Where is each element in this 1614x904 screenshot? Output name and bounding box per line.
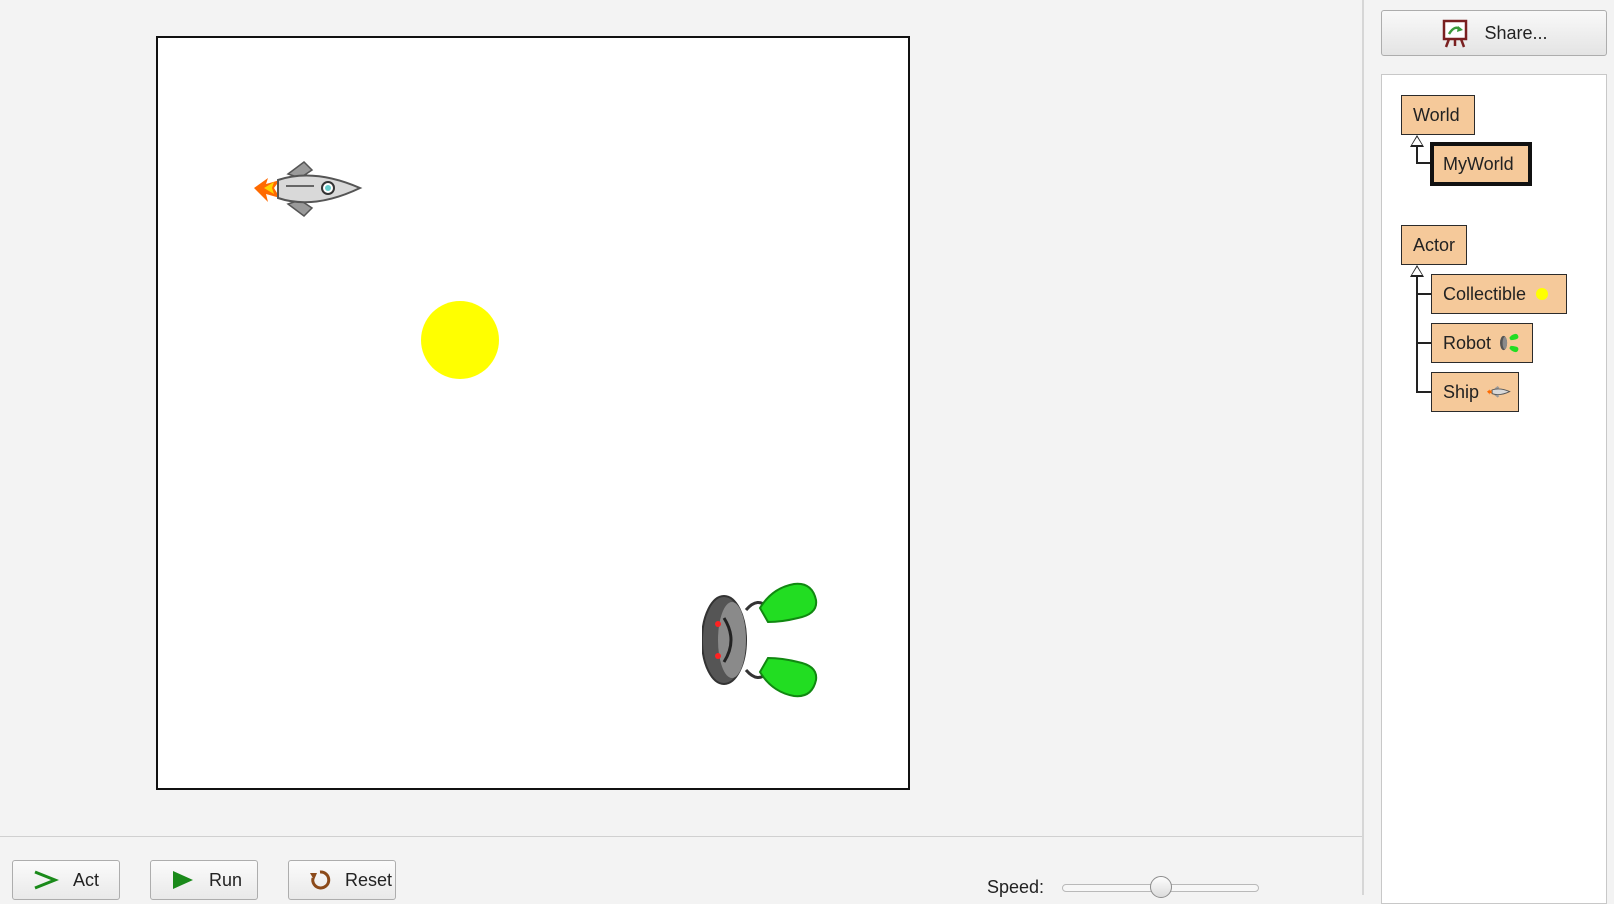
- play-icon: [173, 871, 193, 889]
- class-collectible-label: Collectible: [1443, 283, 1527, 304]
- class-collectible[interactable]: Collectible: [1431, 274, 1567, 314]
- class-myworld[interactable]: MyWorld: [1430, 142, 1532, 186]
- inheritance-arrow: [1410, 265, 1424, 277]
- class-ship[interactable]: Ship: [1431, 372, 1519, 412]
- rocket-icon: [254, 161, 363, 217]
- class-myworld-label: MyWorld: [1443, 153, 1514, 174]
- ship-actor[interactable]: [254, 160, 366, 220]
- act-button-label: Act: [73, 869, 100, 890]
- right-panel: Share... World MyWorld Actor Collectible…: [1364, 0, 1614, 904]
- class-robot[interactable]: Robot: [1431, 323, 1533, 363]
- run-button[interactable]: Run: [150, 860, 258, 900]
- class-robot-label: Robot: [1443, 332, 1492, 353]
- controls-bar: Act Run Reset Speed:: [0, 837, 1362, 900]
- class-diagram-panel: World MyWorld Actor Collectible Robot Sh…: [1381, 74, 1607, 904]
- collectible-actor[interactable]: [420, 300, 500, 380]
- world-area: [0, 0, 1362, 895]
- rocket-icon: [1487, 386, 1511, 398]
- inheritance-arrow: [1410, 135, 1424, 147]
- reset-icon: [310, 870, 331, 890]
- inheritance-line: [1416, 147, 1418, 163]
- class-world-label: World: [1413, 104, 1460, 125]
- inheritance-line: [1416, 293, 1431, 295]
- class-world[interactable]: World: [1401, 95, 1475, 135]
- easel-icon: [1443, 19, 1468, 48]
- class-actor[interactable]: Actor: [1401, 225, 1467, 265]
- inheritance-line: [1416, 342, 1431, 344]
- inheritance-line: [1416, 162, 1430, 164]
- class-actor-label: Actor: [1413, 234, 1456, 255]
- run-button-label: Run: [209, 869, 243, 890]
- inheritance-line: [1416, 391, 1431, 393]
- share-button[interactable]: Share...: [1381, 10, 1607, 56]
- yellow-dot-icon: [421, 301, 499, 379]
- robot-actor[interactable]: [701, 578, 826, 702]
- class-ship-label: Ship: [1443, 381, 1480, 402]
- reset-button[interactable]: Reset: [288, 860, 396, 900]
- world-canvas[interactable]: [156, 36, 910, 790]
- act-button[interactable]: Act: [12, 860, 120, 900]
- act-step-icon: [34, 870, 59, 890]
- robot-icon: [1500, 333, 1519, 353]
- yellow-dot-icon: [1536, 288, 1549, 300]
- reset-button-label: Reset: [345, 869, 393, 890]
- robot-icon: [701, 582, 818, 698]
- share-button-label: Share...: [1484, 22, 1548, 43]
